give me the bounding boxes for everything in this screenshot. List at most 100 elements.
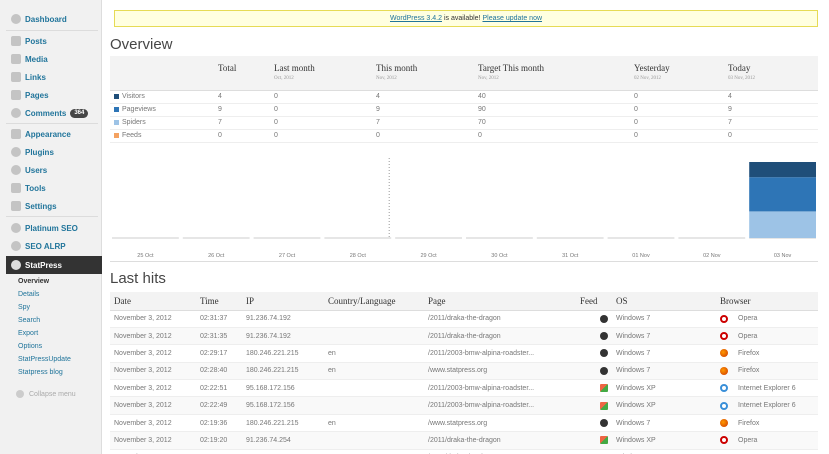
- apple-os-icon: [600, 349, 608, 358]
- sidebar-item-statpress[interactable]: StatPress: [6, 256, 102, 274]
- hit-ip: 180.246.221.215: [242, 344, 324, 363]
- overview-cell: 0: [630, 103, 724, 117]
- hit-country: en: [324, 362, 424, 381]
- col-title: Last month: [274, 63, 315, 73]
- hit-os: Windows 7: [612, 327, 716, 346]
- submenu-spy[interactable]: Spy: [18, 304, 30, 311]
- wordpress-version-link[interactable]: WordPress 3.4.2: [390, 15, 442, 22]
- bar-spiders: [749, 211, 816, 238]
- hit-os: Windows 7: [612, 310, 716, 328]
- sidebar-item-settings[interactable]: Settings: [6, 198, 98, 214]
- overview-cell: 0: [270, 129, 372, 143]
- update-now-link[interactable]: Please update now: [482, 15, 542, 22]
- metric-name: Visitors: [122, 93, 145, 100]
- legend-swatch: [114, 106, 119, 112]
- browser-cell: Firefox: [720, 349, 814, 358]
- overview-row-label: Feeds: [110, 129, 214, 143]
- collapse-menu-button[interactable]: Collapse menu: [16, 390, 76, 398]
- hit-ip: 91.236.74.254: [242, 431, 324, 450]
- hit-country: [324, 449, 424, 454]
- hits-col-time: Time: [196, 292, 242, 311]
- sidebar-item-media[interactable]: Media: [6, 51, 98, 67]
- overview-cell: 0: [474, 129, 630, 143]
- hit-date: November 3, 2012: [110, 344, 196, 363]
- hits-col-feed: Feed: [576, 292, 612, 311]
- overview-row: Feeds 0 0 0 0 0 0: [110, 129, 818, 143]
- hit-page[interactable]: /2011/draka-the-dragon: [424, 449, 576, 454]
- comments-icon: [11, 108, 21, 118]
- collapse-arrow-icon: [16, 390, 24, 398]
- hit-page[interactable]: /www.statpress.org: [424, 362, 576, 381]
- overview-cell: 7: [724, 116, 818, 130]
- overview-cell: 9: [724, 103, 818, 117]
- sidebar-item-plugins[interactable]: Plugins: [6, 144, 98, 160]
- sidebar-item-label: Dashboard: [25, 14, 67, 24]
- hits-header-row: Date Time IP Country/Language Page Feed …: [110, 292, 818, 311]
- hit-time: 02:19:15: [196, 449, 242, 454]
- col-subtitle: 03 Nov, 2012: [728, 76, 756, 81]
- overview-col-target: Target This month Nov, 2012: [474, 56, 630, 91]
- sidebar-item-pages[interactable]: Pages: [6, 87, 98, 103]
- submenu-options[interactable]: Options: [18, 343, 42, 350]
- submenu-statpress-blog[interactable]: Statpress blog: [18, 369, 63, 376]
- overview-col-yesterday: Yesterday 02 Nov, 2012: [630, 56, 724, 91]
- overview-cell: 70: [474, 116, 630, 130]
- submenu-details[interactable]: Details: [18, 291, 39, 298]
- overview-col-label: [110, 56, 214, 91]
- sidebar-item-tools[interactable]: Tools: [6, 180, 98, 196]
- hit-date: November 3, 2012: [110, 449, 196, 454]
- hit-page[interactable]: /2011/draka-the-dragon: [424, 327, 576, 346]
- sidebar-item-posts[interactable]: Posts: [6, 33, 98, 49]
- overview-col-today: Today 03 Nov, 2012: [724, 56, 818, 91]
- x-tick-label: 01 Nov: [632, 253, 650, 259]
- submenu-search[interactable]: Search: [18, 317, 40, 324]
- browser-cell: Firefox: [720, 366, 814, 375]
- hit-date: November 3, 2012: [110, 431, 196, 450]
- sidebar-item-label: Media: [25, 54, 48, 64]
- x-tick-label: 29 Oct: [420, 253, 437, 259]
- sidebar-item-dashboard[interactable]: Dashboard: [6, 11, 98, 27]
- sidebar-item-links[interactable]: Links: [6, 69, 98, 85]
- overview-cell: 7: [214, 116, 270, 130]
- hit-page[interactable]: /2011/draka-the-dragon: [424, 310, 576, 328]
- browser-cell: Opera: [720, 332, 814, 341]
- sidebar-item-platinum-seo[interactable]: Platinum SEO: [6, 220, 98, 236]
- firefox-browser-icon: [720, 366, 728, 375]
- hit-country: [324, 310, 424, 328]
- legend-swatch: [114, 93, 119, 99]
- hit-browser: Firefox: [716, 362, 818, 381]
- submenu-overview[interactable]: Overview: [18, 278, 49, 285]
- overview-cell: 9: [214, 103, 270, 117]
- browser-cell: Opera: [720, 436, 814, 445]
- x-tick-label: 30 Oct: [491, 253, 508, 259]
- update-notice: WordPress 3.4.2 is available! Please upd…: [114, 10, 818, 27]
- hit-page[interactable]: /2011/2003-bmw-alpina-roadster...: [424, 379, 576, 398]
- hits-col-date: Date: [110, 292, 196, 311]
- submenu-statpressupdate[interactable]: StatPressUpdate: [18, 356, 71, 363]
- browser-cell: Opera: [720, 314, 814, 323]
- update-notice-text: is available!: [442, 15, 483, 22]
- hit-page[interactable]: /www.statpress.org: [424, 414, 576, 433]
- sidebar-item-appearance[interactable]: Appearance: [6, 126, 98, 142]
- hits-col-browser: Browser: [716, 292, 818, 311]
- col-title: Yesterday: [634, 63, 670, 73]
- hit-os: Windows XP: [612, 449, 716, 454]
- submenu-export[interactable]: Export: [18, 330, 38, 337]
- hits-row: November 3, 2012 02:31:35 91.236.74.192/20…: [110, 327, 818, 346]
- browser-name: Internet Explorer 6: [738, 384, 796, 392]
- sidebar-item-seo-alrp[interactable]: SEO ALRP: [6, 238, 98, 254]
- sidebar-item-comments[interactable]: Comments 364: [6, 105, 98, 121]
- hit-page[interactable]: /2011/draka-the-dragon: [424, 431, 576, 450]
- overview-col-this-month: This month Nov, 2012: [372, 56, 474, 91]
- browser-cell: Internet Explorer 6: [720, 401, 814, 410]
- sidebar-item-label: Pages: [25, 90, 49, 100]
- sidebar-item-users[interactable]: Users: [6, 162, 98, 178]
- hit-date: November 3, 2012: [110, 396, 196, 415]
- overview-cell: 0: [214, 129, 270, 143]
- overview-cell: 90: [474, 103, 630, 117]
- overview-cell: 4: [372, 90, 474, 104]
- x-tick-label: 27 Oct: [279, 253, 296, 259]
- hit-page[interactable]: /2011/2003-bmw-alpina-roadster...: [424, 396, 576, 415]
- hit-page[interactable]: /2011/2003-bmw-alpina-roadster...: [424, 344, 576, 363]
- hits-row: November 3, 2012 02:29:17 180.246.221.215 e…: [110, 344, 818, 363]
